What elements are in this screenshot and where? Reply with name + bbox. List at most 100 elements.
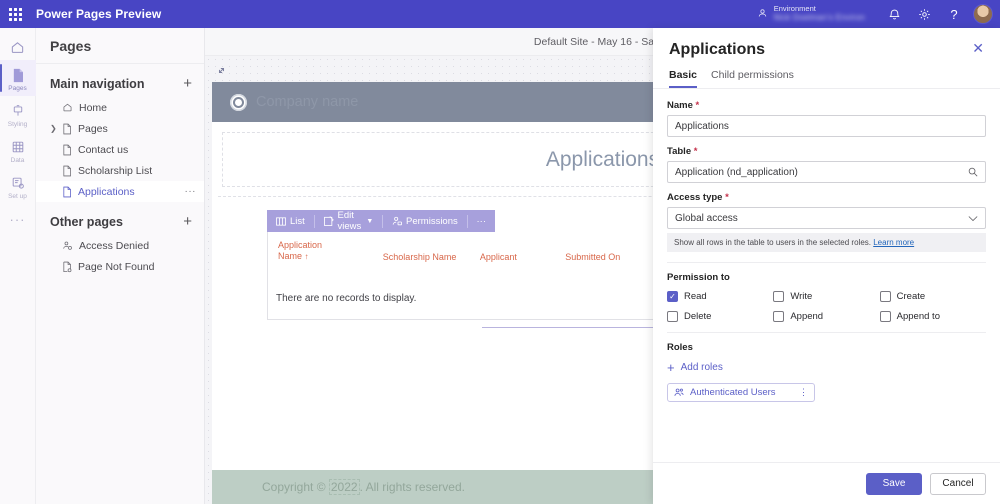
rail-item-data[interactable]: Data xyxy=(0,132,36,168)
checkbox-append-label: Append xyxy=(790,311,823,322)
page-overflow-menu-icon[interactable]: ··· xyxy=(185,186,197,197)
top-bar-right: Environment Nick Doelman's Environ ? xyxy=(757,0,1000,28)
list-overflow-menu[interactable]: ··· xyxy=(468,210,496,232)
list-button[interactable]: List xyxy=(267,210,314,232)
add-main-navigation-page-button[interactable]: + xyxy=(183,76,192,91)
rail-item-home[interactable] xyxy=(0,32,36,60)
access-type-field-label: Access type * xyxy=(667,192,986,203)
sidebar-item-pages[interactable]: ❯ Pages xyxy=(36,118,204,139)
name-input[interactable]: Applications xyxy=(667,115,986,137)
resize-handle-icon[interactable] xyxy=(213,62,229,78)
required-marker: * xyxy=(694,146,698,157)
tab-child-permissions[interactable]: Child permissions xyxy=(711,69,794,88)
checkbox-delete-label: Delete xyxy=(684,311,711,322)
page-not-found-icon xyxy=(62,261,72,273)
checkbox-create-box[interactable] xyxy=(880,291,891,302)
waffle-menu-icon[interactable] xyxy=(0,8,30,21)
access-type-helper-text: Show all rows in the table to users in t… xyxy=(667,233,986,252)
add-other-page-button[interactable]: + xyxy=(183,214,192,229)
checkbox-delete[interactable]: Delete xyxy=(667,311,773,322)
role-chip-label: Authenticated Users xyxy=(690,387,793,398)
sidebar-item-label: Applications xyxy=(78,186,135,198)
table-field-label: Table * xyxy=(667,146,986,157)
chevron-down-icon[interactable] xyxy=(968,215,978,222)
power-pages-designer: Power Pages Preview Environment Nick Doe… xyxy=(0,0,1000,504)
chevron-down-icon: ▼ xyxy=(366,218,373,225)
checkbox-write-box[interactable] xyxy=(773,291,784,302)
environment-selector[interactable]: Environment Nick Doelman's Environ xyxy=(757,5,865,22)
sidebar-item-scholarship-list[interactable]: Scholarship List xyxy=(36,160,204,181)
footer-year[interactable]: 2022 xyxy=(329,479,360,495)
sidebar-item-label: Contact us xyxy=(78,144,128,156)
permissions-icon xyxy=(392,216,402,226)
tab-basic[interactable]: Basic xyxy=(669,69,697,88)
cancel-button[interactable]: Cancel xyxy=(930,473,986,495)
page-icon xyxy=(62,165,72,177)
rail-item-set-up[interactable]: Set up xyxy=(0,168,36,204)
bell-icon[interactable] xyxy=(879,0,909,28)
save-button[interactable]: Save xyxy=(866,473,922,495)
panel-tabs: Basic Child permissions xyxy=(653,59,1000,89)
styling-icon xyxy=(11,102,25,120)
help-icon[interactable]: ? xyxy=(939,0,969,28)
column-header-scholarship-name[interactable]: Scholarship Name xyxy=(383,240,480,263)
sidebar-item-home[interactable]: Home xyxy=(36,97,204,118)
panel-title: Applications xyxy=(669,41,765,59)
main-navigation-header: Main navigation + xyxy=(36,64,204,97)
checkbox-write[interactable]: Write xyxy=(773,291,879,302)
learn-more-link[interactable]: Learn more xyxy=(873,238,914,247)
rail-item-pages[interactable]: Pages xyxy=(0,60,36,96)
access-type-select[interactable]: Global access xyxy=(667,207,986,229)
name-input-value: Applications xyxy=(675,121,978,132)
rail-label-data: Data xyxy=(11,157,25,164)
access-denied-icon xyxy=(62,240,73,251)
checkbox-append-to-box[interactable] xyxy=(880,311,891,322)
top-app-bar: Power Pages Preview Environment Nick Doe… xyxy=(0,0,1000,28)
checkbox-append-box[interactable] xyxy=(773,311,784,322)
rail-label-set-up: Set up xyxy=(8,193,27,200)
rail-item-styling[interactable]: Styling xyxy=(0,96,36,132)
access-type-value: Global access xyxy=(675,213,968,224)
edit-views-button[interactable]: Edit views ▼ xyxy=(315,210,383,232)
checkbox-read-box[interactable]: ✓ xyxy=(667,291,678,302)
sidebar-item-access-denied[interactable]: Access Denied xyxy=(36,235,204,256)
role-chip-authenticated-users[interactable]: Authenticated Users ⋮ xyxy=(667,383,815,402)
gear-icon[interactable] xyxy=(909,0,939,28)
rail-more-icon[interactable]: ··· xyxy=(10,204,26,235)
column-header-submitted-on[interactable]: Submitted On xyxy=(565,240,652,263)
role-chip-overflow-icon[interactable]: ⋮ xyxy=(799,387,808,398)
page-title: Applications xyxy=(546,148,659,172)
sidebar-item-page-not-found[interactable]: Page Not Found xyxy=(36,256,204,277)
checkbox-read-label: Read xyxy=(684,291,707,302)
search-icon[interactable] xyxy=(968,167,978,177)
checkbox-append-to-label: Append to xyxy=(897,311,940,322)
page-icon xyxy=(62,144,72,156)
panel-header: Applications ✕ xyxy=(653,28,1000,59)
checkbox-append[interactable]: Append xyxy=(773,311,879,322)
column-header-application-name[interactable]: Application Name ↑ xyxy=(278,240,383,263)
user-avatar[interactable] xyxy=(973,4,993,24)
checkbox-append-to[interactable]: Append to xyxy=(880,311,986,322)
checkbox-create[interactable]: Create xyxy=(880,291,986,302)
table-input[interactable]: Application (nd_application) xyxy=(667,161,986,183)
company-name: Company name xyxy=(256,94,358,110)
home-icon xyxy=(62,102,73,113)
sidebar-item-label: Access Denied xyxy=(79,240,149,252)
sidebar-item-applications[interactable]: Applications ··· xyxy=(36,181,204,202)
column-header-applicant[interactable]: Applicant xyxy=(480,240,565,263)
close-icon[interactable]: ✕ xyxy=(972,41,984,55)
permissions-button[interactable]: Permissions xyxy=(383,210,467,232)
add-roles-button[interactable]: + Add roles xyxy=(667,361,986,374)
page-icon xyxy=(62,186,72,198)
table-field-group: Table * Application (nd_application) xyxy=(667,146,986,183)
sidebar-item-label: Home xyxy=(79,102,107,114)
access-type-field-group: Access type * Global access Show all row… xyxy=(667,192,986,252)
checkbox-read[interactable]: ✓ Read xyxy=(667,291,773,302)
checkbox-delete-box[interactable] xyxy=(667,311,678,322)
chevron-right-icon[interactable]: ❯ xyxy=(50,124,57,133)
roles-label: Roles xyxy=(667,342,986,353)
environment-text: Environment Nick Doelman's Environ xyxy=(774,5,865,22)
other-pages-header: Other pages + xyxy=(36,202,204,235)
panel-divider xyxy=(667,332,986,333)
sidebar-item-contact-us[interactable]: Contact us xyxy=(36,139,204,160)
